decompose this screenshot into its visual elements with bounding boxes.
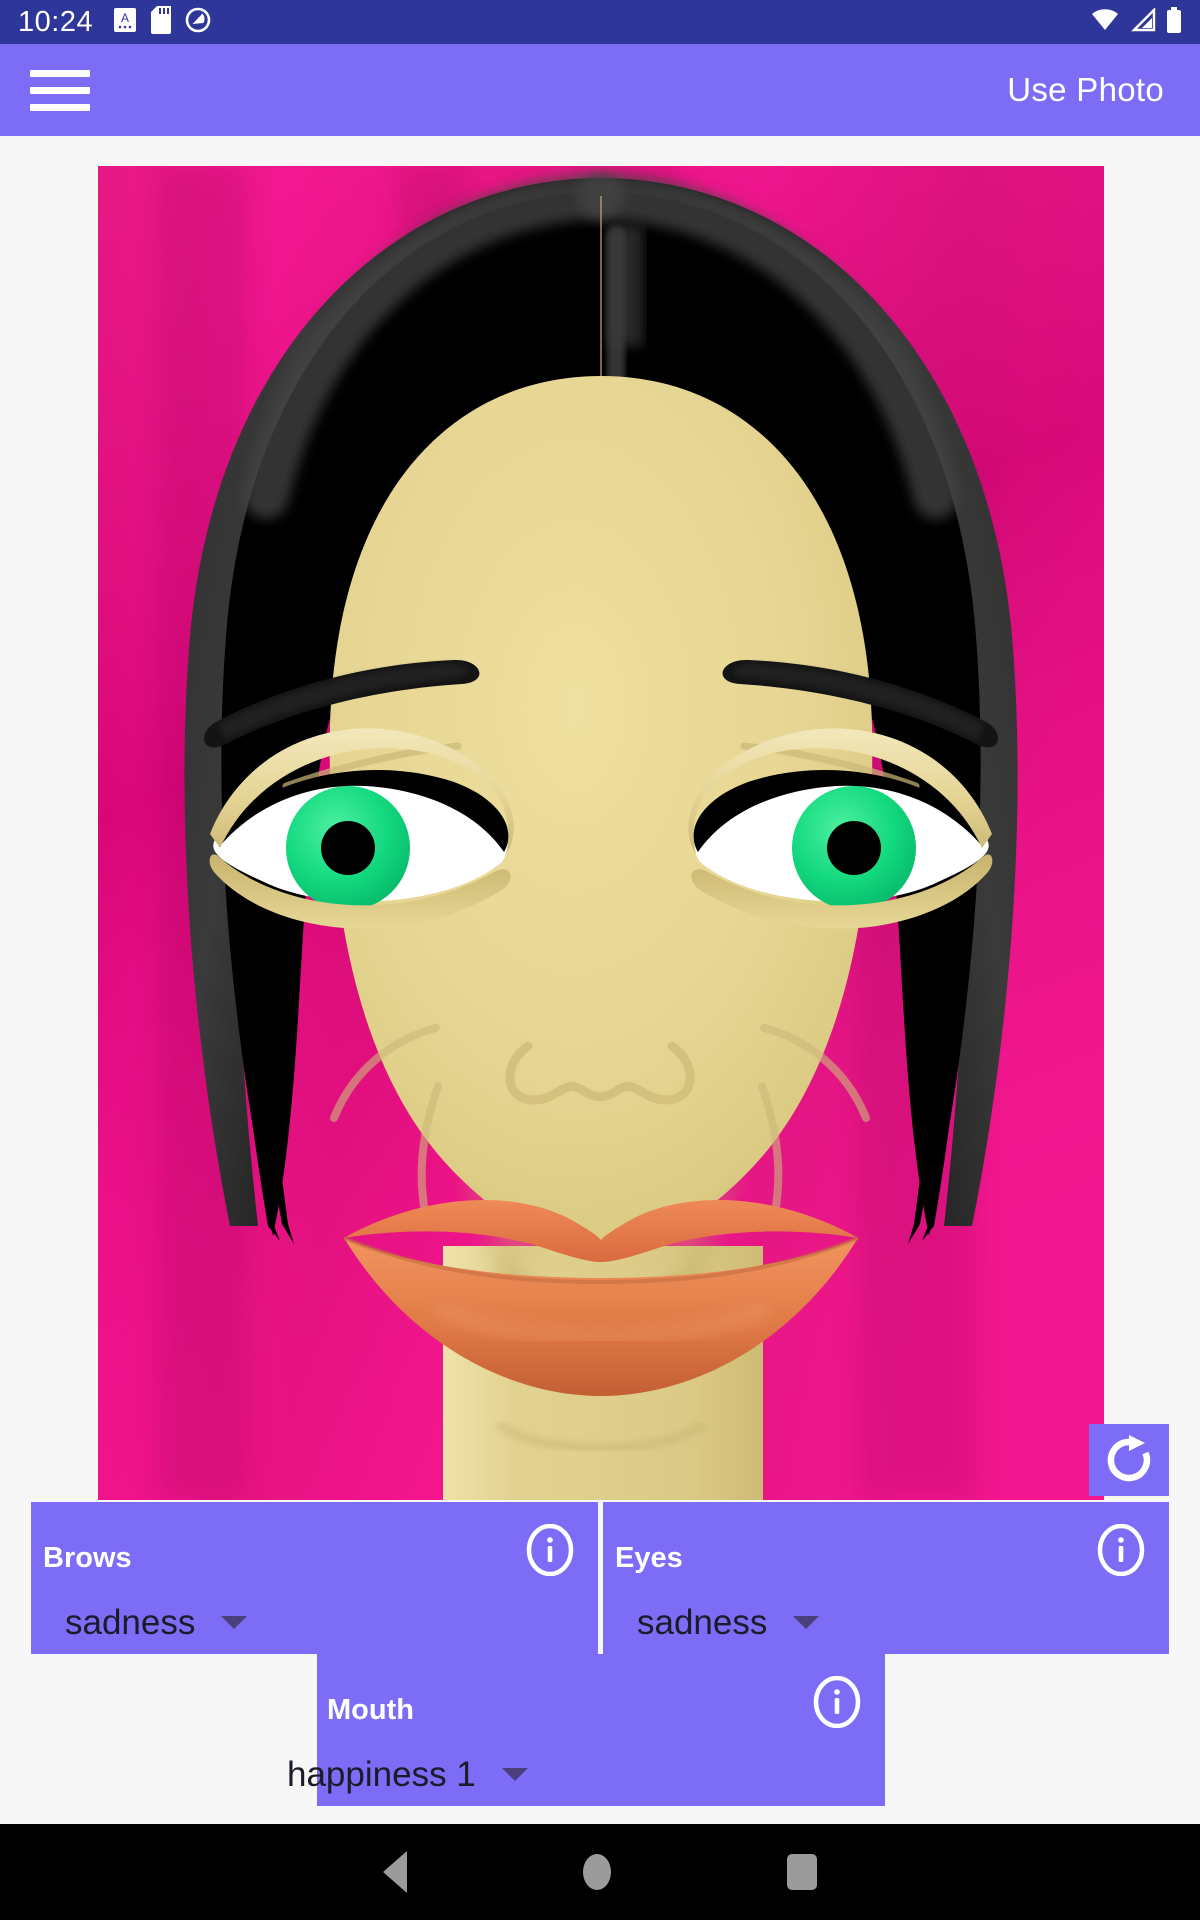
do-not-disturb-icon <box>185 7 211 38</box>
panel-mouth-title: Mouth <box>327 1694 414 1726</box>
panel-eyes[interactable]: Eyes sadness <box>603 1502 1169 1654</box>
panel-brows-title: Brows <box>43 1542 132 1574</box>
brows-info-icon[interactable] <box>524 1524 576 1576</box>
face-photo-canvas[interactable] <box>98 166 1104 1500</box>
home-icon[interactable] <box>583 1854 611 1890</box>
wifi-icon <box>1090 8 1120 37</box>
eyes-info-icon[interactable] <box>1095 1524 1147 1576</box>
chevron-down-icon <box>793 1616 820 1629</box>
status-right-icons <box>1090 6 1182 38</box>
eye-left <box>209 728 514 929</box>
chevron-down-icon <box>221 1616 248 1629</box>
brows-selected-value: sadness <box>65 1603 196 1642</box>
menu-bar-1 <box>30 69 90 77</box>
svg-text:A: A <box>121 11 129 25</box>
status-clock: 10:24 <box>18 5 94 38</box>
eyes-selected-value: sadness <box>637 1603 768 1642</box>
refresh-button[interactable] <box>1089 1424 1169 1496</box>
signal-icon <box>1130 6 1156 37</box>
back-icon[interactable] <box>383 1851 407 1893</box>
menu-bar-3 <box>30 103 90 111</box>
panel-brows[interactable]: Brows sadness <box>31 1502 598 1654</box>
app-screen: 10:24 A Use Photo Brows sadness Eyes sad… <box>0 0 1200 1920</box>
recents-icon[interactable] <box>787 1854 817 1890</box>
status-left-icons: A <box>113 5 211 39</box>
mouth-info-icon[interactable] <box>811 1676 863 1728</box>
mouth-selected-value: happiness 1 <box>287 1755 476 1794</box>
menu-bar-2 <box>30 86 90 94</box>
use-photo-button[interactable]: Use Photo <box>1007 71 1170 109</box>
panel-mouth[interactable]: Mouth happiness 1 <box>287 1654 885 1806</box>
brows-dropdown[interactable]: sadness <box>65 1603 248 1642</box>
app-bar: Use Photo <box>0 44 1200 136</box>
refresh-icon <box>1107 1435 1151 1482</box>
battery-icon <box>1166 6 1182 38</box>
eyes-dropdown[interactable]: sadness <box>637 1603 820 1642</box>
pupil-right <box>827 821 881 875</box>
face-illustration <box>98 166 1104 1500</box>
sd-card-icon <box>151 5 172 39</box>
hamburger-menu-icon[interactable] <box>30 65 92 115</box>
mouth-dropdown[interactable]: happiness 1 <box>287 1757 528 1792</box>
panel-eyes-title: Eyes <box>615 1542 683 1574</box>
pupil-left <box>321 821 375 875</box>
status-bar: 10:24 A <box>0 0 1200 44</box>
screenshot-icon: A <box>113 7 137 38</box>
system-navigation-bar <box>0 1824 1200 1920</box>
chevron-down-icon <box>501 1768 528 1781</box>
